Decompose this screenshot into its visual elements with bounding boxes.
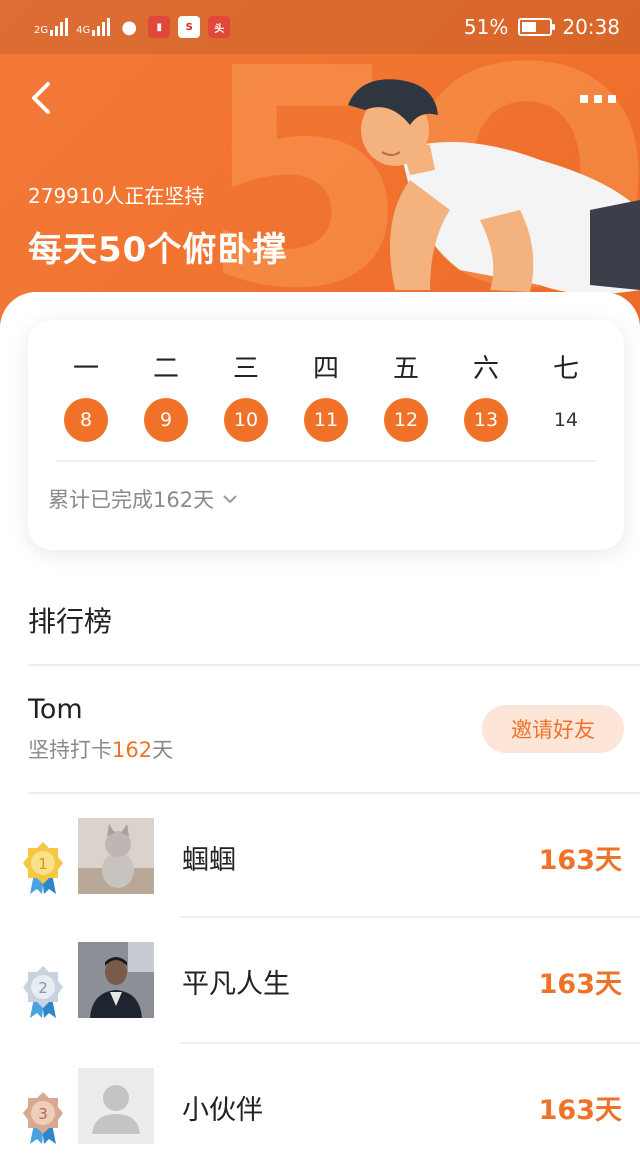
more-icon: [580, 95, 588, 103]
invite-friends-button[interactable]: 邀请好友: [482, 705, 624, 753]
avatar[interactable]: [78, 942, 154, 1018]
user-name: 小伙伴: [182, 1095, 263, 1126]
avatar[interactable]: [78, 818, 154, 894]
svg-text:3: 3: [38, 1105, 48, 1123]
weekday-header: 一 二 三 四 五 六 七: [56, 348, 596, 385]
weekday-label: 六: [472, 354, 499, 384]
cat-avatar-image: [78, 818, 154, 894]
weekday-label: 二: [152, 354, 179, 384]
date-completed[interactable]: 13: [464, 398, 508, 442]
date-completed[interactable]: 8: [64, 398, 108, 442]
header-banner: 5O 2G 4G ● ▮ S: [0, 0, 640, 340]
signal-2g-icon: 2G: [34, 18, 69, 36]
divider: [180, 1042, 640, 1044]
battery-icon: [518, 18, 556, 36]
divider: [56, 460, 596, 462]
weekday-label: 一: [72, 354, 99, 384]
leaderboard-row[interactable]: 2 平凡人生 163天: [0, 942, 640, 1066]
weekly-calendar-card: 一 二 三 四 五 六 七 8 9 10 11 12 13 14 累计已完成16…: [28, 320, 624, 550]
wechat-icon: ●: [121, 16, 138, 38]
avatar[interactable]: [78, 1068, 154, 1144]
date-completed[interactable]: 12: [384, 398, 428, 442]
leaderboard-row[interactable]: 1 蝈蝈 163天: [0, 818, 640, 942]
date-completed[interactable]: 9: [144, 398, 188, 442]
sina-icon: S: [178, 16, 201, 38]
clock: 20:38: [562, 15, 620, 39]
user-name: 蝈蝈: [182, 845, 236, 876]
divider: [180, 916, 640, 918]
streak-days: 163天: [538, 845, 622, 876]
more-button[interactable]: [580, 84, 620, 114]
back-button[interactable]: [26, 76, 66, 120]
reader-icon: ▮: [148, 16, 171, 38]
date-row: 8 9 10 11 12 13 14: [56, 398, 596, 442]
person-avatar-image: [78, 942, 154, 1018]
weekday-label: 三: [232, 354, 259, 384]
my-name: Tom: [28, 694, 83, 725]
default-avatar-icon: [78, 1068, 154, 1144]
total-completed-toggle[interactable]: 累计已完成162天: [48, 484, 238, 514]
svg-text:2: 2: [38, 979, 48, 997]
svg-text:1: 1: [38, 855, 48, 873]
chevron-down-icon: [223, 495, 237, 504]
weekday-label: 四: [312, 354, 339, 384]
silver-medal-icon: 2: [23, 966, 63, 1018]
gold-medal-icon: 1: [23, 842, 63, 894]
back-arrow-icon: [32, 82, 50, 114]
user-name: 平凡人生: [182, 969, 290, 1000]
toutiao-icon: 头: [208, 16, 231, 38]
signal-4g-icon: 4G: [76, 18, 111, 36]
challenge-title: 每天50个俯卧撑: [28, 230, 288, 270]
date-completed[interactable]: 10: [224, 398, 268, 442]
total-completed-text: 累计已完成162天: [48, 488, 215, 512]
weekday-label: 七: [552, 354, 579, 384]
participants-count: 279910人正在坚持: [28, 184, 205, 208]
divider: [28, 792, 640, 794]
bronze-medal-icon: 3: [23, 1092, 63, 1144]
weekday-label: 五: [392, 354, 419, 384]
battery-percent: 51%: [463, 15, 509, 39]
streak-days: 163天: [538, 969, 622, 1000]
status-bar: 2G 4G ● ▮ S 头 51% 20:38: [0, 0, 640, 54]
divider: [28, 664, 640, 666]
date-completed[interactable]: 11: [304, 398, 348, 442]
date-today[interactable]: 14: [544, 398, 588, 442]
streak-days: 163天: [538, 1095, 622, 1126]
my-streak: 坚持打卡162天: [28, 738, 174, 762]
leaderboard-title: 排行榜: [28, 605, 113, 638]
leaderboard-row[interactable]: 3 小伙伴 163天: [0, 1068, 640, 1162]
